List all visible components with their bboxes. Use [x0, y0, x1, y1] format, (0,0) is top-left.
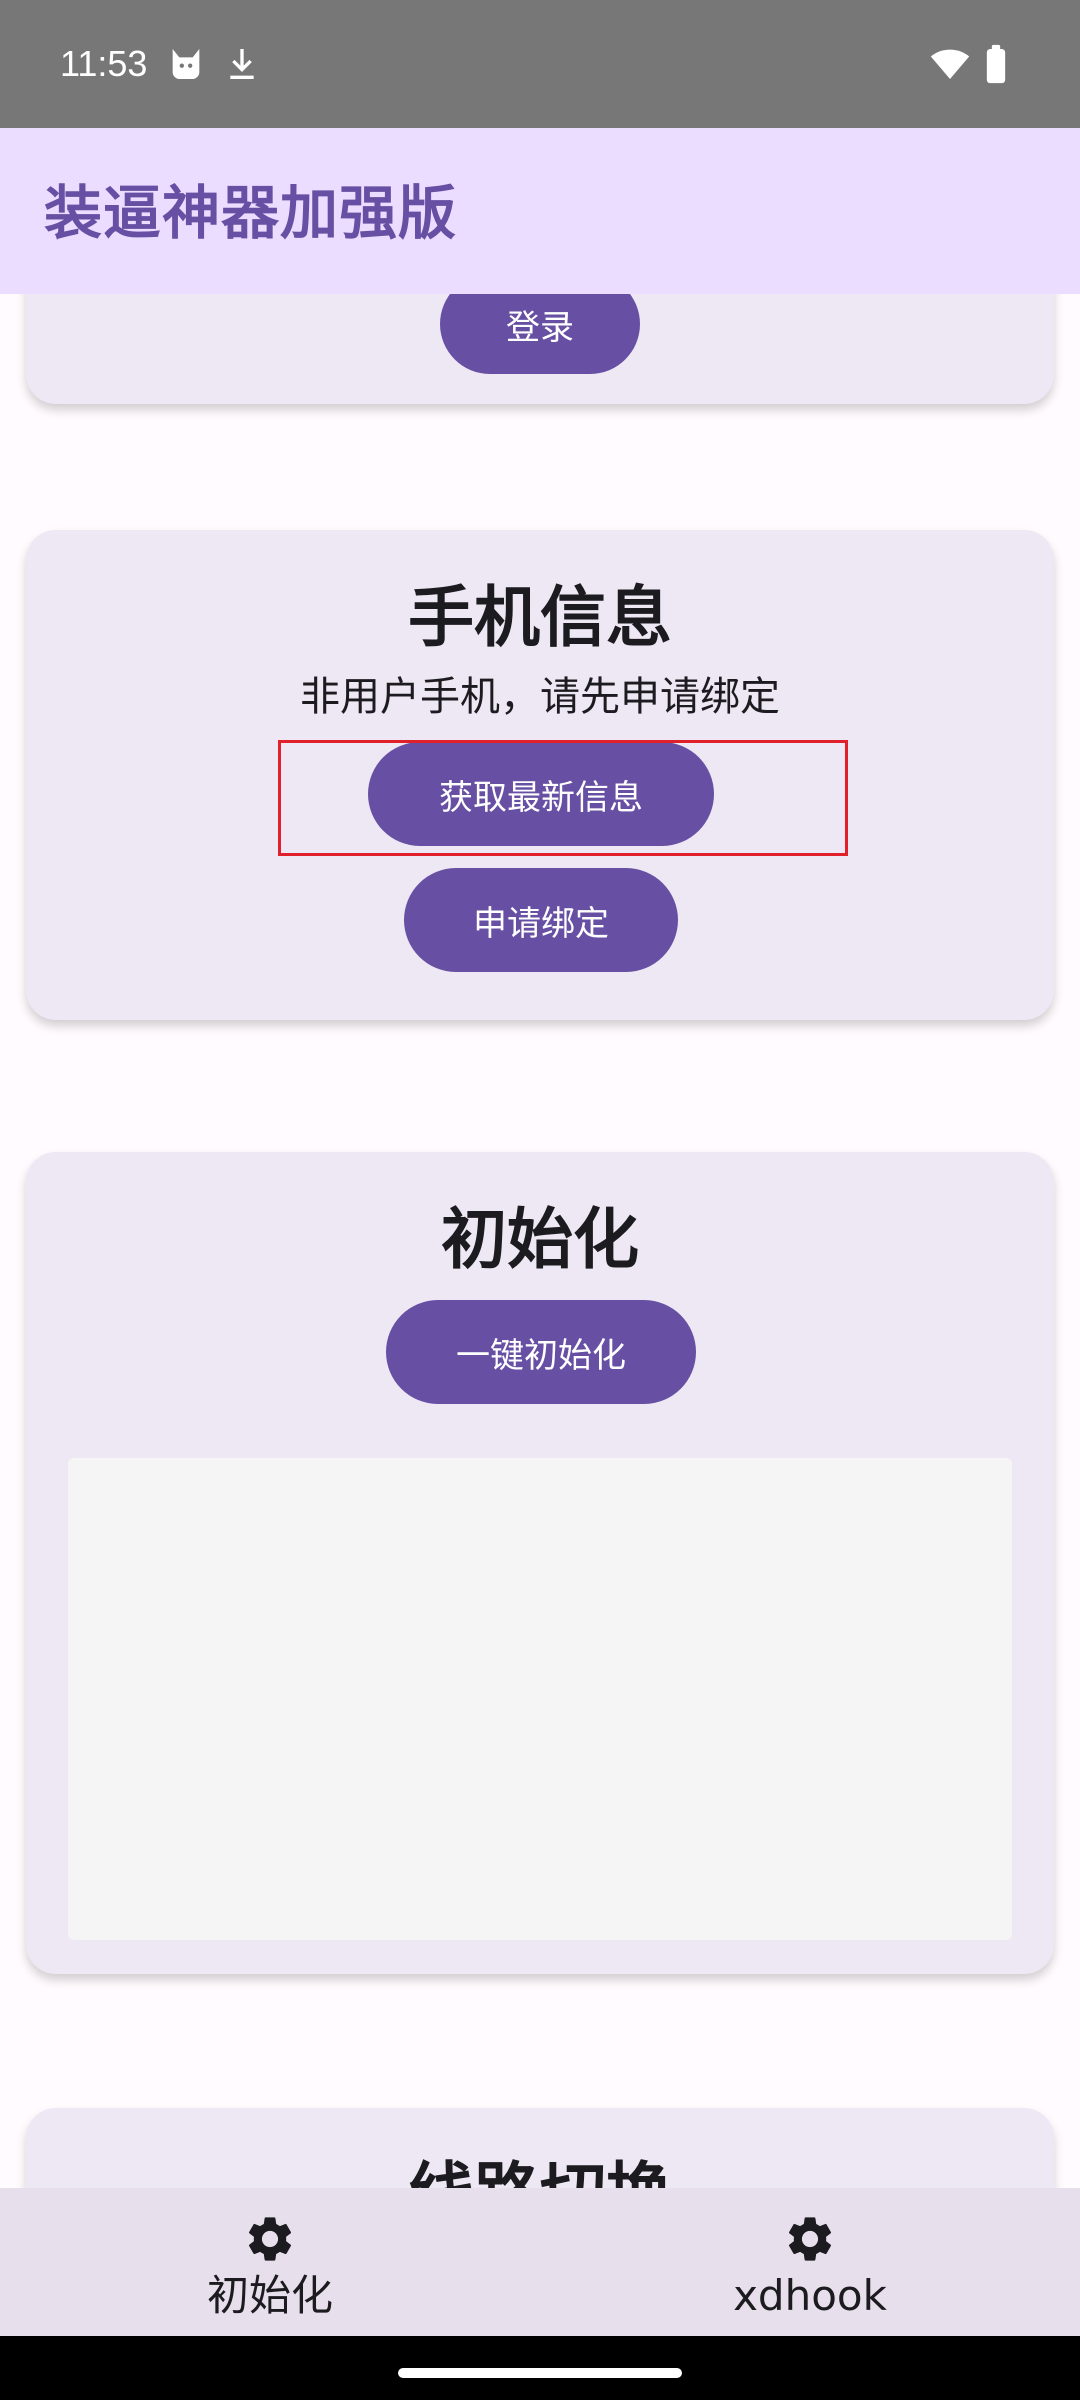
login-button[interactable]: 登录	[440, 294, 640, 374]
status-time: 11:53	[60, 43, 148, 84]
nav-item-init[interactable]: 初始化	[0, 2188, 540, 2336]
home-gesture-handle[interactable]	[398, 2368, 682, 2378]
gesture-navigation-bar	[0, 2336, 1080, 2400]
status-bar: 11:53	[0, 0, 1080, 128]
login-card: 登录	[26, 294, 1054, 404]
gear-icon	[783, 2212, 837, 2266]
cat-icon	[166, 44, 206, 84]
route-switch-card: 线路切换	[26, 2108, 1054, 2188]
nav-item-xdhook[interactable]: xdhook	[540, 2188, 1080, 2336]
app-title: 装逼神器加强版	[44, 179, 458, 247]
init-card: 初始化 一键初始化	[26, 1152, 1054, 1974]
route-switch-title: 线路切换	[26, 2154, 1054, 2188]
apply-bind-button[interactable]: 申请绑定	[404, 868, 678, 972]
bottom-navigation: 初始化 xdhook	[0, 2188, 1080, 2336]
nav-label-init: 初始化	[206, 2271, 333, 2320]
top-app-bar: 装逼神器加强版	[0, 128, 1080, 294]
battery-icon	[984, 44, 1008, 84]
init-title: 初始化	[441, 1201, 639, 1278]
download-icon	[222, 44, 262, 84]
wifi-icon	[928, 44, 972, 84]
init-output-area	[68, 1458, 1012, 1940]
highlight-box	[278, 740, 848, 856]
gear-icon	[243, 2212, 297, 2266]
nav-label-xdhook: xdhook	[733, 2271, 887, 2320]
one-click-init-button[interactable]: 一键初始化	[386, 1300, 696, 1404]
phone-info-title: 手机信息	[408, 579, 672, 656]
phone-status-text: 非用户手机，请先申请绑定	[300, 674, 780, 720]
main-content[interactable]: 登录 手机信息 非用户手机，请先申请绑定 获取最新信息 申请绑定 初始化 一键初…	[0, 294, 1080, 2188]
